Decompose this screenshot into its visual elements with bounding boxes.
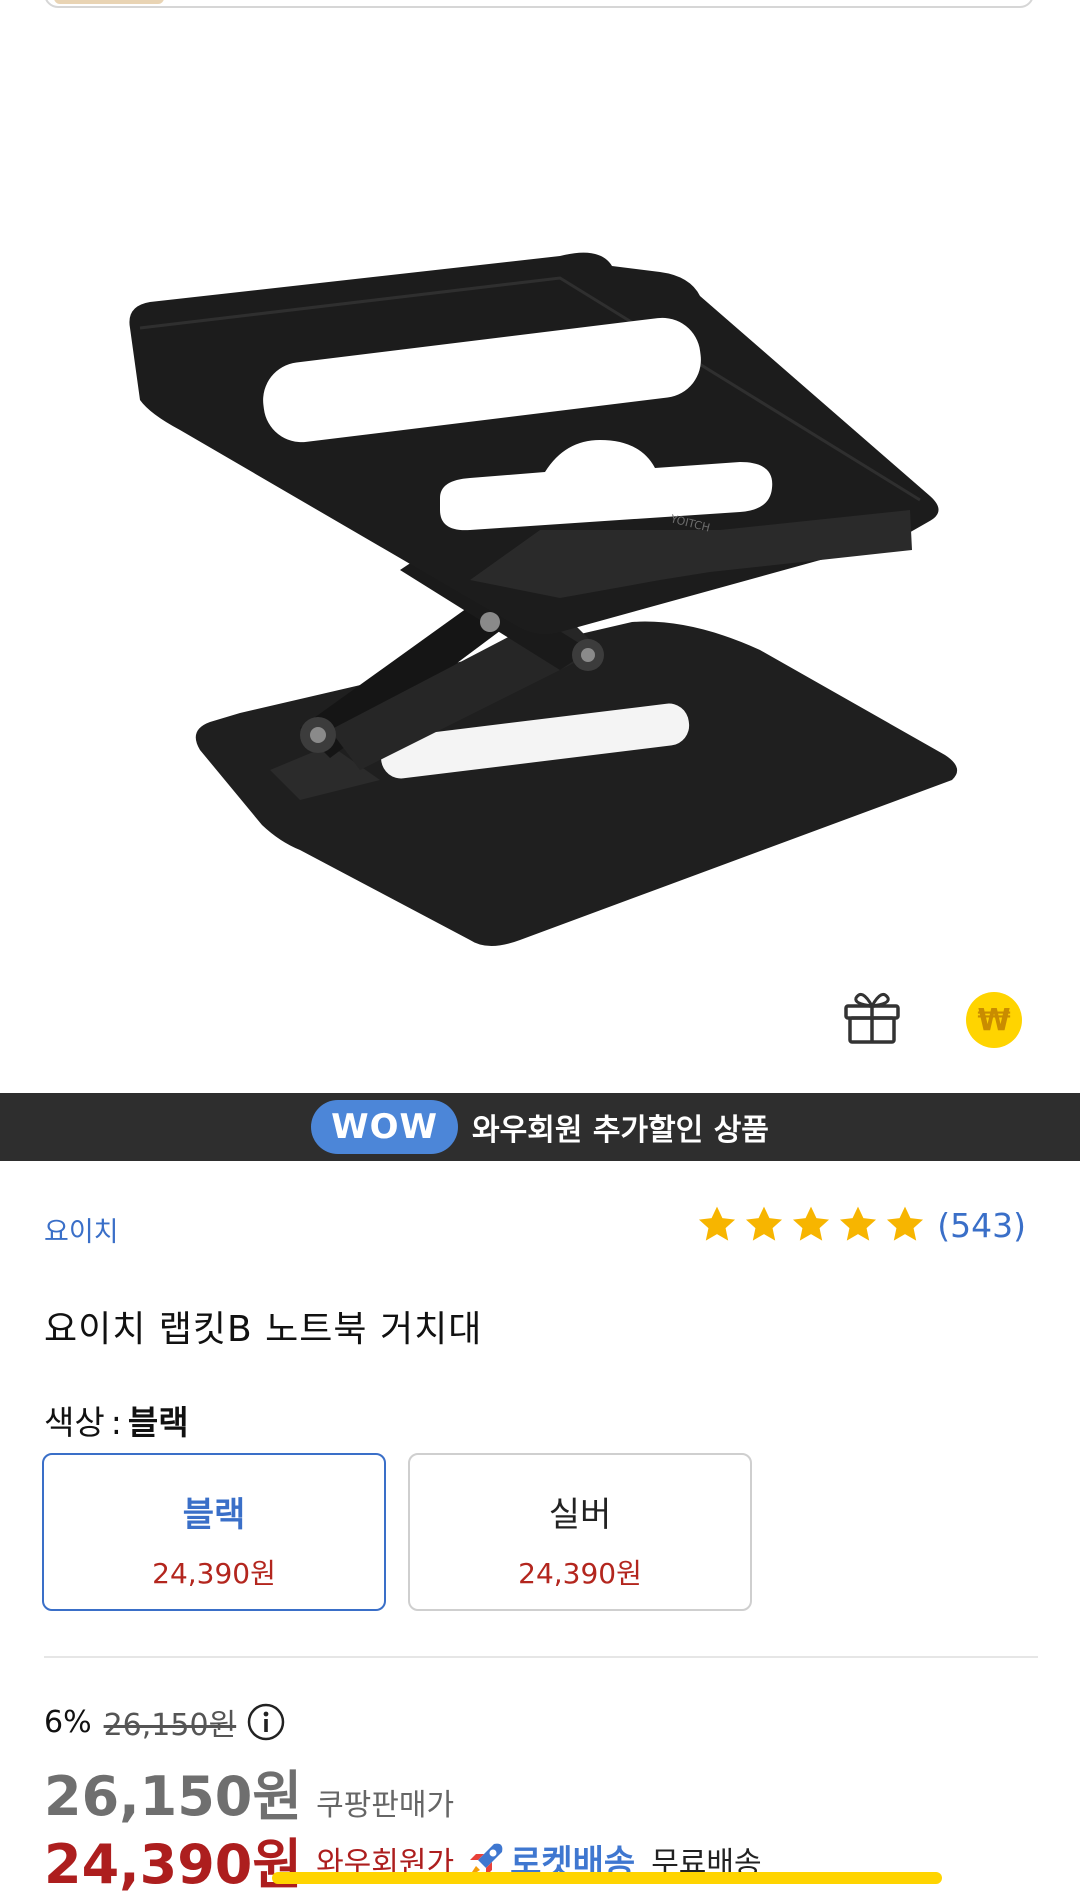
rating-summary[interactable]: (543)	[696, 1204, 1026, 1246]
star-icon	[746, 1206, 783, 1241]
discount-rate: 6%	[44, 1704, 92, 1740]
coin-icon[interactable]: ₩	[964, 990, 1024, 1050]
wow-badge: WOW	[311, 1100, 459, 1154]
option-selected-value: 블랙	[127, 1403, 189, 1442]
option-separator: :	[110, 1403, 122, 1442]
info-icon[interactable]	[246, 1702, 286, 1742]
wow-price: 24,390원	[44, 1833, 303, 1896]
wow-discount-banner: WOW 와우회원 추가할인 상품	[0, 1093, 1080, 1161]
thumbnail-image[interactable]	[54, 0, 164, 4]
star-icon	[793, 1206, 830, 1241]
review-count[interactable]: (543)	[937, 1206, 1026, 1245]
svg-text:₩: ₩	[977, 1003, 1010, 1038]
previous-thumbnail-strip[interactable]	[44, 0, 1034, 8]
divider	[44, 1656, 1038, 1658]
next-section-edge	[272, 1872, 942, 1884]
product-title: 요이치 랩킷B 노트북 거치대	[44, 1309, 483, 1350]
wow-price-row: 24,390원 와우회원가 로켓배송 무료배송	[44, 1820, 762, 1899]
discount-row: 6% 26,150원	[44, 1700, 286, 1744]
original-price: 26,150원	[103, 1708, 237, 1743]
star-icon	[840, 1206, 877, 1241]
brand-link[interactable]: 요이치	[44, 1210, 119, 1249]
option-card-black[interactable]: 블랙 24,390원	[42, 1453, 386, 1611]
wow-banner-text: 와우회원 추가할인 상품	[472, 1113, 769, 1148]
option-price: 24,390원	[518, 1557, 642, 1590]
option-card-silver[interactable]: 실버 24,390원	[408, 1453, 752, 1611]
option-label-row: 색상: 블랙	[44, 1396, 189, 1444]
option-name: 실버	[548, 1495, 612, 1535]
option-name: 블랙	[182, 1495, 246, 1535]
option-label: 색상	[44, 1403, 105, 1442]
star-icon	[887, 1206, 924, 1241]
sale-price-label: 쿠팡판매가	[316, 1788, 455, 1823]
gift-icon[interactable]	[840, 984, 904, 1048]
option-price: 24,390원	[152, 1557, 276, 1590]
star-icon	[699, 1206, 736, 1241]
product-image: YOITCH	[129, 252, 958, 946]
